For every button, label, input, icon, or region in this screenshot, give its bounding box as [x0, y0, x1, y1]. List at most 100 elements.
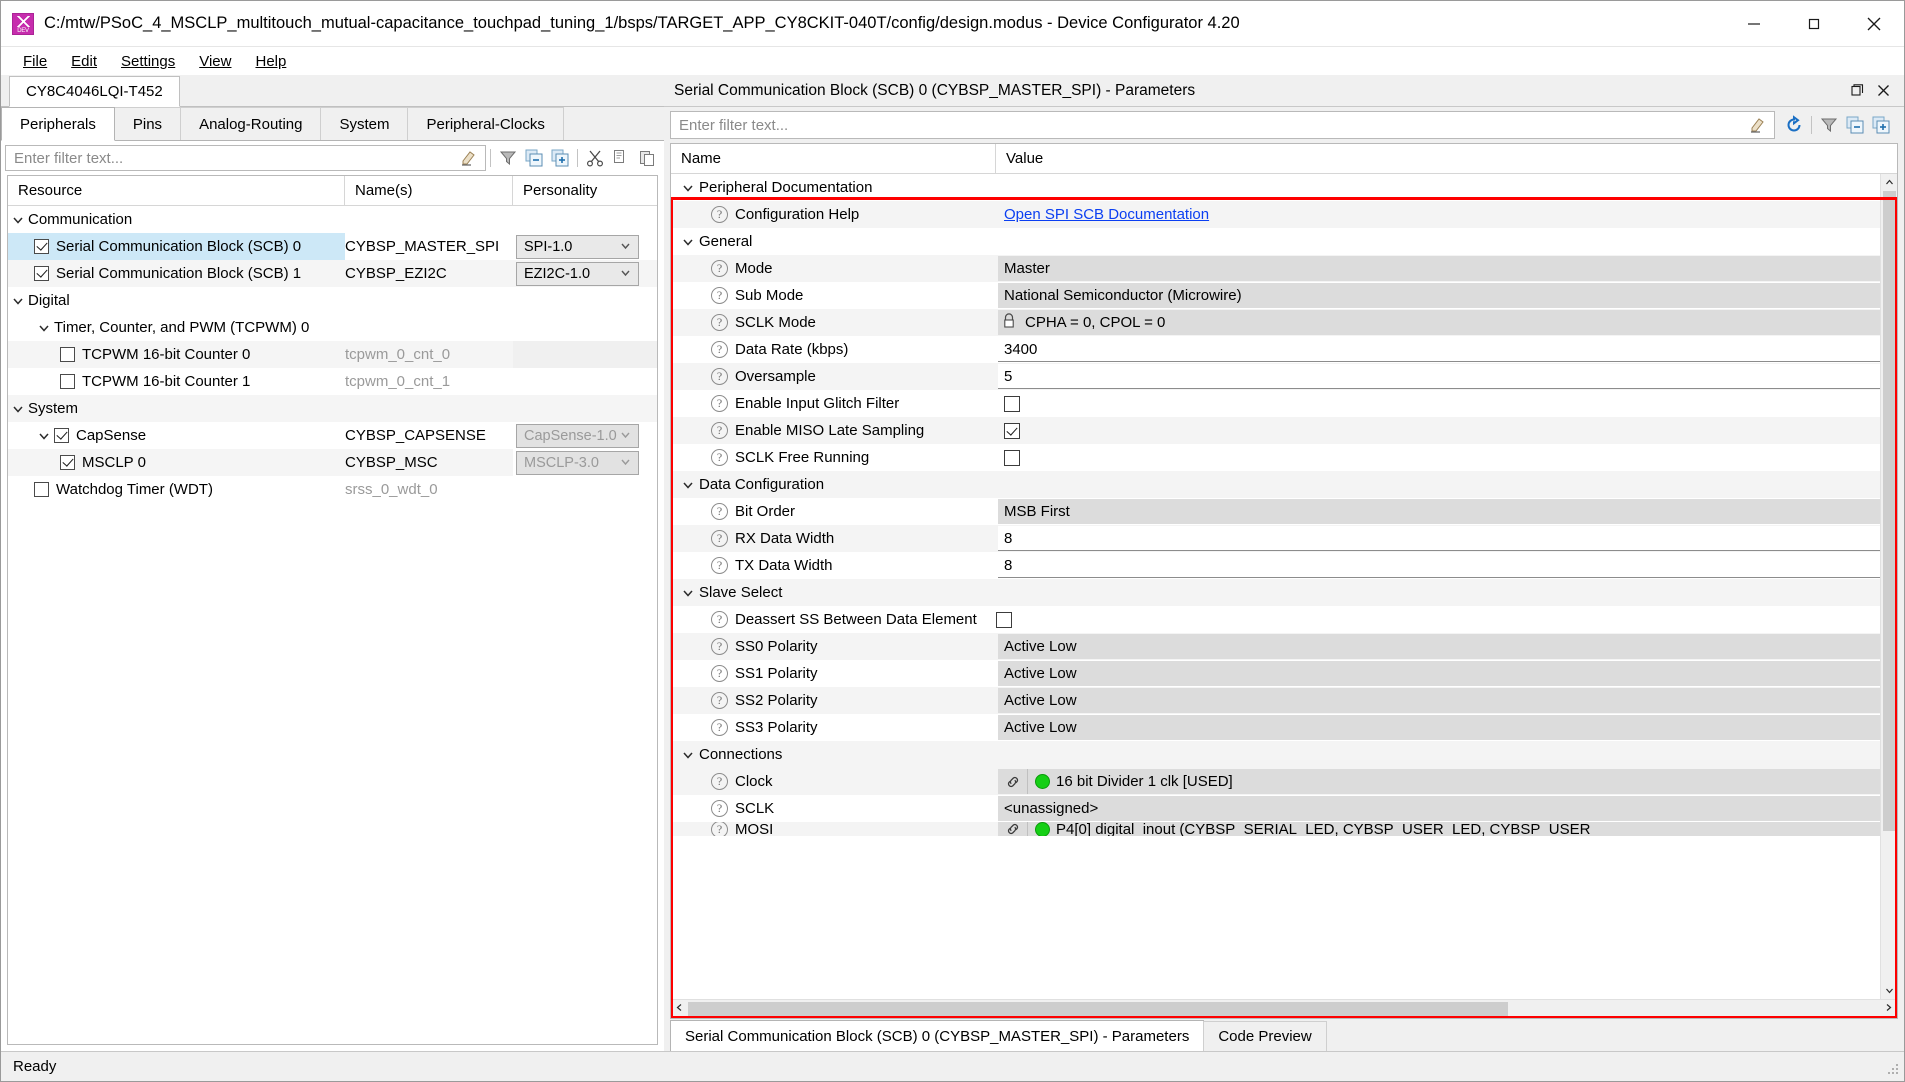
- tree-group-digital[interactable]: Digital: [8, 287, 345, 314]
- checkbox-watchdog-timer[interactable]: [34, 482, 49, 497]
- rx-data-width-input[interactable]: 8: [998, 526, 1880, 551]
- param-row-sclk-free-running[interactable]: ? SCLK Free Running: [671, 444, 1880, 471]
- clear-filter-icon[interactable]: [1744, 112, 1770, 138]
- clear-filter-icon[interactable]: [455, 145, 481, 171]
- tab-system[interactable]: System: [320, 107, 409, 140]
- help-icon[interactable]: ?: [711, 611, 728, 628]
- table-row[interactable]: Serial Communication Block (SCB) 0 CYBSP…: [8, 233, 657, 260]
- filter-icon[interactable]: [1816, 112, 1842, 138]
- help-icon[interactable]: ?: [711, 368, 728, 385]
- bit-order-value[interactable]: MSB First: [998, 499, 1880, 524]
- table-row[interactable]: TCPWM 16-bit Counter 1 tcpwm_0_cnt_1: [8, 368, 657, 395]
- help-icon[interactable]: ?: [711, 422, 728, 439]
- param-row-sclk[interactable]: ? SCLK <unassigned>: [671, 795, 1880, 822]
- param-row-rx-data-width[interactable]: ? RX Data Width 8: [671, 525, 1880, 552]
- table-row[interactable]: MSCLP 0 CYBSP_MSC MSCLP-3.0: [8, 449, 657, 476]
- minimize-button[interactable]: [1724, 1, 1784, 47]
- param-row-ss1-polarity[interactable]: ? SS1 Polarity Active Low: [671, 660, 1880, 687]
- help-icon[interactable]: ?: [711, 773, 728, 790]
- table-row[interactable]: TCPWM 16-bit Counter 0 tcpwm_0_cnt_0: [8, 341, 657, 368]
- tree-group-system[interactable]: System: [8, 395, 345, 422]
- param-row-data-rate[interactable]: ? Data Rate (kbps) 3400: [671, 336, 1880, 363]
- parameters-vertical-scrollbar[interactable]: [1880, 174, 1897, 999]
- chevron-down-icon[interactable]: [8, 295, 28, 307]
- menu-view[interactable]: View: [187, 51, 243, 72]
- param-group-peripheral-documentation[interactable]: Peripheral Documentation: [671, 174, 1880, 201]
- param-row-oversample[interactable]: ? Oversample 5: [671, 363, 1880, 390]
- collapse-all-icon[interactable]: [521, 145, 547, 171]
- column-name[interactable]: Name: [671, 144, 996, 173]
- sclk-free-running-checkbox[interactable]: [1004, 449, 1020, 466]
- table-row[interactable]: Serial Communication Block (SCB) 1 CYBSP…: [8, 260, 657, 287]
- table-row[interactable]: Digital: [8, 287, 657, 314]
- cut-icon[interactable]: [582, 145, 608, 171]
- param-row-deassert-ss[interactable]: ? Deassert SS Between Data Element: [671, 606, 1880, 633]
- tab-peripheral-clocks[interactable]: Peripheral-Clocks: [407, 107, 564, 140]
- parameters-horizontal-scrollbar[interactable]: [671, 999, 1897, 1018]
- param-row-ss3-polarity[interactable]: ? SS3 Polarity Active Low: [671, 714, 1880, 741]
- sclk-value[interactable]: <unassigned>: [998, 796, 1880, 821]
- help-icon[interactable]: ?: [711, 449, 728, 466]
- help-icon[interactable]: ?: [711, 503, 728, 520]
- clock-value-wrap[interactable]: 16 bit Divider 1 clk [USED]: [1028, 769, 1880, 794]
- param-group-general[interactable]: General: [671, 228, 1880, 255]
- scroll-right-arrow-icon[interactable]: [1880, 1003, 1897, 1015]
- chevron-down-icon[interactable]: [677, 182, 699, 194]
- checkbox-scb0[interactable]: [34, 239, 49, 254]
- close-panel-button[interactable]: [1870, 78, 1896, 104]
- enable-miso-late-sampling-checkbox[interactable]: [1004, 422, 1020, 439]
- param-row-bit-order[interactable]: ? Bit Order MSB First: [671, 498, 1880, 525]
- table-row[interactable]: Watchdog Timer (WDT) srss_0_wdt_0: [8, 476, 657, 503]
- tab-code-preview[interactable]: Code Preview: [1203, 1021, 1327, 1051]
- help-icon[interactable]: ?: [711, 260, 728, 277]
- personality-select-msclp0[interactable]: MSCLP-3.0: [516, 450, 639, 475]
- column-personality[interactable]: Personality: [513, 176, 657, 205]
- personality-select-scb0[interactable]: SPI-1.0: [516, 234, 639, 259]
- chevron-down-icon[interactable]: [677, 236, 699, 248]
- tree-item-tcpwm-counter-0[interactable]: TCPWM 16-bit Counter 0: [8, 341, 345, 368]
- tree-item-capsense[interactable]: CapSense: [8, 422, 345, 449]
- param-group-data-configuration[interactable]: Data Configuration: [671, 471, 1880, 498]
- paste-icon[interactable]: [634, 145, 660, 171]
- column-resource[interactable]: Resource: [8, 176, 345, 205]
- table-row[interactable]: System: [8, 395, 657, 422]
- param-row-enable-miso-late-sampling[interactable]: ? Enable MISO Late Sampling: [671, 417, 1880, 444]
- tx-data-width-input[interactable]: 8: [998, 553, 1880, 578]
- param-row-mode[interactable]: ? Mode Master: [671, 255, 1880, 282]
- help-icon[interactable]: ?: [711, 314, 728, 331]
- chevron-down-icon[interactable]: [677, 749, 699, 761]
- menu-edit[interactable]: Edit: [59, 51, 109, 72]
- table-row[interactable]: Communication: [8, 206, 657, 233]
- maximize-button[interactable]: [1784, 1, 1844, 47]
- help-icon[interactable]: ?: [711, 557, 728, 574]
- ss0-polarity-value[interactable]: Active Low: [998, 634, 1880, 659]
- menu-file[interactable]: File: [11, 51, 59, 72]
- param-row-clock[interactable]: ? Clock 16 bit Divider 1 clk [USED]: [671, 768, 1880, 795]
- personality-select-capsense[interactable]: CapSense-1.0: [516, 423, 639, 448]
- scroll-up-arrow-icon[interactable]: [1881, 174, 1898, 191]
- table-row[interactable]: CapSense CYBSP_CAPSENSE CapSense-1.0: [8, 422, 657, 449]
- tree-item-scb1[interactable]: Serial Communication Block (SCB) 1: [8, 260, 345, 287]
- param-row-sub-mode[interactable]: ? Sub Mode National Semiconductor (Micro…: [671, 282, 1880, 309]
- help-icon[interactable]: ?: [711, 719, 728, 736]
- help-icon[interactable]: ?: [711, 206, 728, 223]
- device-tab-cy8c4046lqi[interactable]: CY8C4046LQI-T452: [9, 76, 180, 107]
- data-rate-input[interactable]: 3400: [998, 337, 1880, 362]
- scroll-thumb[interactable]: [1882, 191, 1896, 831]
- param-row-ss0-polarity[interactable]: ? SS0 Polarity Active Low: [671, 633, 1880, 660]
- param-row-tx-data-width[interactable]: ? TX Data Width 8: [671, 552, 1880, 579]
- param-row-configuration-help[interactable]: ? Configuration Help Open SPI SCB Docume…: [671, 201, 1880, 228]
- chevron-down-icon[interactable]: [677, 479, 699, 491]
- chevron-down-icon[interactable]: [34, 430, 54, 442]
- tree-item-watchdog-timer[interactable]: Watchdog Timer (WDT): [8, 476, 345, 503]
- chevron-down-icon[interactable]: [8, 403, 28, 415]
- scroll-track[interactable]: [1883, 831, 1896, 982]
- filter-icon[interactable]: [495, 145, 521, 171]
- tab-scb0-parameters[interactable]: Serial Communication Block (SCB) 0 (CYBS…: [670, 1020, 1205, 1051]
- hscroll-track[interactable]: [1508, 1002, 1880, 1016]
- menu-settings[interactable]: Settings: [109, 51, 187, 72]
- ss2-polarity-value[interactable]: Active Low: [998, 688, 1880, 713]
- help-icon[interactable]: ?: [711, 822, 728, 836]
- param-group-connections[interactable]: Connections: [671, 741, 1880, 768]
- link-icon[interactable]: [998, 822, 1028, 836]
